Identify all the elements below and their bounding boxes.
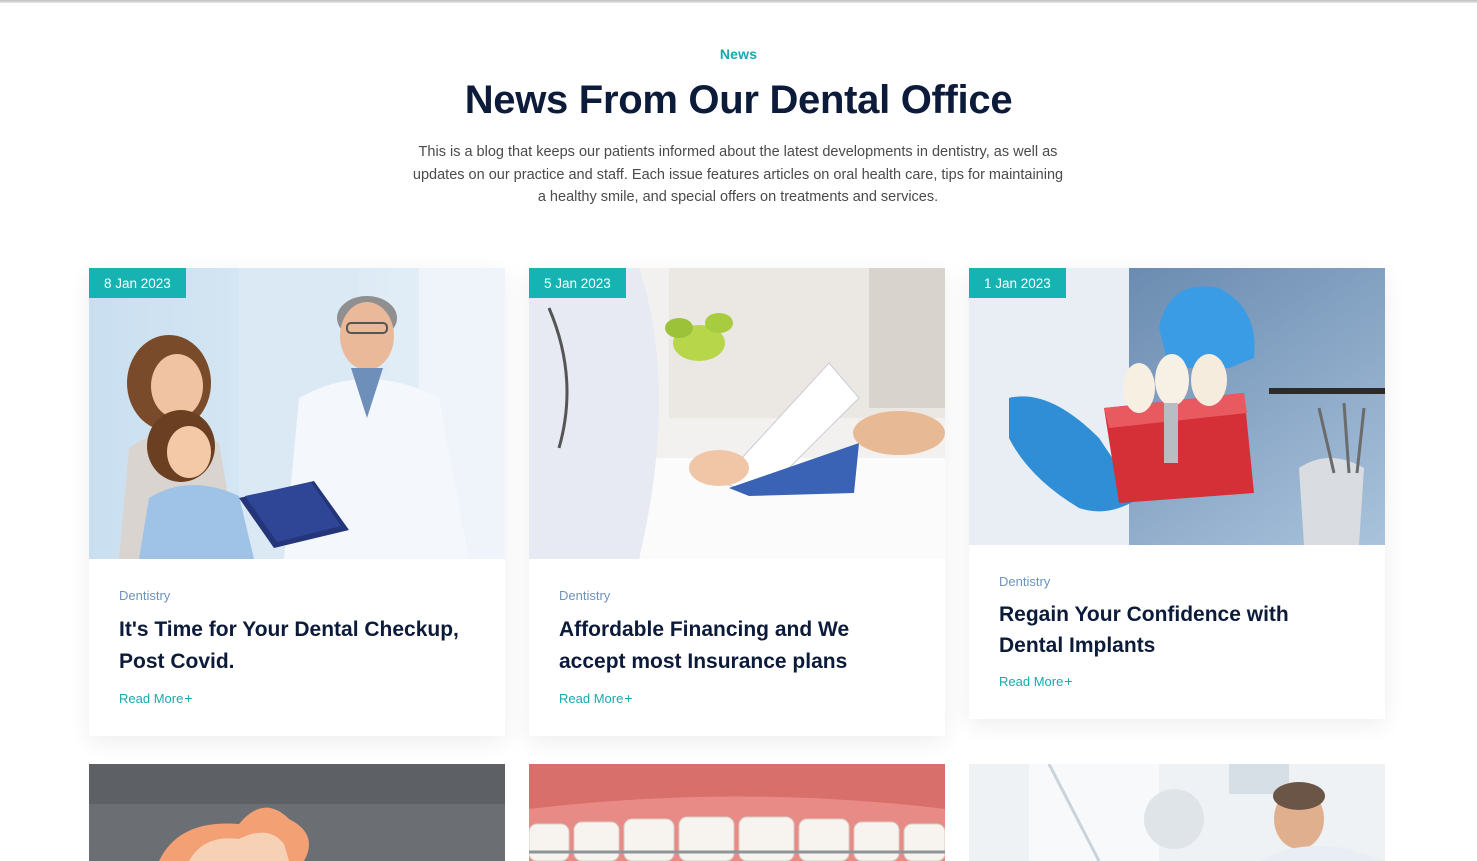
- blog-card-2[interactable]: 5 Jan 2023 Dentistry Affordable Financin…: [529, 268, 945, 736]
- read-more-link[interactable]: Read More+: [559, 689, 633, 708]
- post-date-badge: 5 Jan 2023: [529, 268, 626, 298]
- blog-card-2-image[interactable]: 5 Jan 2023: [529, 268, 945, 559]
- blog-card-3-body: Dentistry Regain Your Confidence with De…: [969, 545, 1385, 719]
- doctor-family-photo: [89, 268, 505, 559]
- plus-icon: +: [1064, 673, 1073, 689]
- blog-card-2-body: Dentistry Affordable Financing and We ac…: [529, 559, 945, 736]
- plus-icon: +: [184, 690, 193, 706]
- dental-implant-model-photo: [969, 268, 1385, 545]
- section-intro: This is a blog that keeps our patients i…: [412, 144, 1064, 205]
- post-title[interactable]: Regain Your Confidence with Dental Impla…: [999, 599, 1355, 661]
- post-category[interactable]: Dentistry: [119, 587, 475, 605]
- blog-card-1-image[interactable]: 8 Jan 2023: [89, 268, 505, 559]
- post-category[interactable]: Dentistry: [559, 587, 915, 605]
- consultation-paperwork-photo: [529, 268, 945, 559]
- blog-card-1-body: Dentistry It's Time for Your Dental Chec…: [89, 559, 505, 736]
- post-title[interactable]: It's Time for Your Dental Checkup, Post …: [119, 614, 475, 678]
- section-eyebrow: News: [719, 46, 758, 62]
- post-date-badge: 1 Jan 2023: [969, 268, 1066, 298]
- post-title[interactable]: Affordable Financing and We accept most …: [559, 614, 915, 678]
- post-date-badge: 8 Jan 2023: [89, 268, 186, 298]
- read-more-label: Read More: [119, 691, 184, 706]
- blog-card-3[interactable]: 1 Jan 2023 Dentistry Regain Your Confide…: [969, 268, 1385, 719]
- dentures-photo: [89, 764, 505, 861]
- read-more-label: Read More: [559, 691, 624, 706]
- top-shadow: [0, 0, 1477, 3]
- read-more-link[interactable]: Read More+: [119, 689, 193, 708]
- read-more-label: Read More: [999, 674, 1064, 689]
- braces-photo: [529, 764, 945, 861]
- post-category[interactable]: Dentistry: [999, 573, 1355, 591]
- read-more-link[interactable]: Read More+: [999, 672, 1073, 691]
- blog-card-3-image[interactable]: 1 Jan 2023: [969, 268, 1385, 545]
- blog-card-1[interactable]: 8 Jan 2023 Dentistry It's Time for Your …: [89, 268, 505, 736]
- plus-icon: +: [624, 690, 633, 706]
- blog-card-4[interactable]: [89, 764, 505, 861]
- blog-card-6[interactable]: [969, 764, 1385, 861]
- dentist-at-work-photo: [969, 764, 1385, 861]
- section-title: News From Our Dental Office: [464, 78, 1013, 122]
- blog-card-5[interactable]: [529, 764, 945, 861]
